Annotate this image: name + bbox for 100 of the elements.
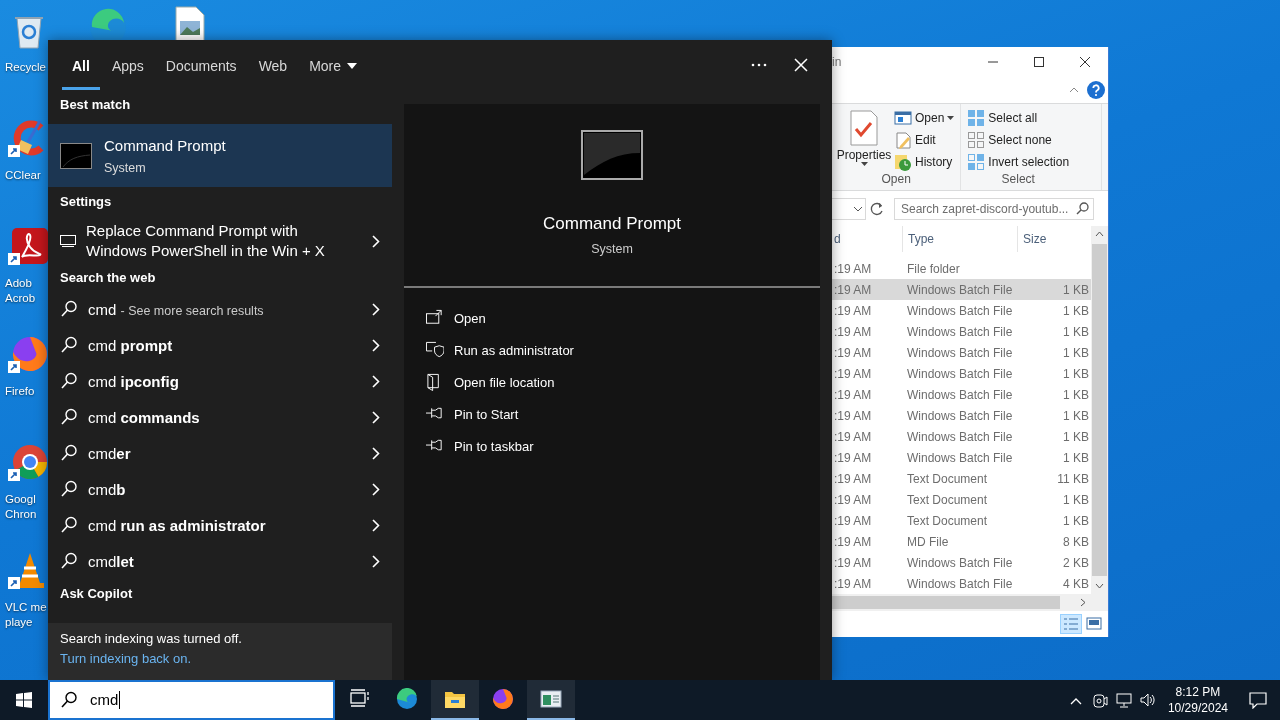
grid-icon [967,109,986,127]
checklist-icon [849,110,879,146]
section-heading: Search the web [59,268,157,287]
browser-icon[interactable] [8,442,48,482]
section-heading: Best match [59,95,132,114]
icon-label: Recycle [5,60,46,75]
action-item[interactable]: Open [426,302,486,334]
action-item[interactable]: Run as administrator [426,334,574,366]
web-search-result[interactable]: cmd run as administrator [48,507,392,543]
tab[interactable]: Documents [155,40,247,90]
search-field[interactable]: cmd [48,680,335,720]
task-view-icon [348,688,370,710]
file-row[interactable]: :19 AM Text Document 1 KB [832,510,1091,531]
properties-button[interactable]: Properties [836,108,892,172]
file-row[interactable]: :19 AM MD File 8 KB [832,531,1091,552]
search-icon [60,552,78,570]
vertical-scrollbar[interactable] [1091,226,1108,594]
camera-icon [1091,692,1108,708]
open-external-icon [426,309,444,327]
turn-on-indexing-link[interactable]: Turn indexing back on. [60,651,192,666]
ellipsis-icon [751,63,767,67]
file-row[interactable]: :19 AM Windows Batch File 1 KB [832,342,1091,363]
file-row[interactable]: :19 AM Windows Batch File 1 KB [832,447,1091,468]
chevron-right-icon [372,302,380,316]
grid-icon [967,153,986,171]
file-row[interactable]: :19 AM Windows Batch File 2 KB [832,552,1091,573]
close-icon [794,58,808,72]
web-search-result[interactable]: cmder [48,435,392,471]
search-icon [60,408,78,426]
file-row[interactable]: :19 AM Windows Batch File 1 KB [832,405,1091,426]
icon-label: Adob [5,276,33,291]
help-icon[interactable] [1087,81,1105,99]
file-row[interactable]: :19 AM Windows Batch File 4 KB [832,573,1091,594]
web-search-result[interactable]: cmd commands [48,399,392,435]
action-item[interactable]: Pin to taskbar [426,430,534,462]
refresh-icon[interactable] [870,201,884,216]
tab[interactable]: All [62,40,100,90]
search-icon [60,300,78,318]
icon-label: Chron [5,507,37,522]
chat-bubble-icon [1249,691,1267,709]
app-title: Command Prompt [543,214,681,234]
tab[interactable]: Apps [101,40,154,90]
speaker-icon [1139,692,1156,708]
tab[interactable]: Web [248,40,298,90]
search-field[interactable]: Search zapret-discord-youtub... [894,197,1094,220]
group-label: Open [880,172,912,188]
taskbar-app[interactable] [527,680,575,720]
web-search-result[interactable]: cmd prompt [48,327,392,363]
action-item[interactable]: Open file location [426,366,555,398]
settings-result[interactable]: Replace Command Prompt with Windows PowerShell in the Win + X [48,219,392,263]
column-header[interactable]: d [832,232,902,246]
ribbon-button[interactable]: Invert selection [965,152,1072,172]
search-icon [60,516,78,534]
search-icon [60,336,78,354]
file-row[interactable]: :19 AM Text Document 11 KB [832,468,1091,489]
clock[interactable]: 8:12 PM 10/29/2024 [1159,680,1236,720]
section-heading: Settings [59,192,113,211]
browser-icon[interactable] [8,334,48,374]
group-label: Select [1000,172,1036,188]
chevron-right-icon [372,410,380,424]
web-search-result[interactable]: cmd - See more search results [48,291,392,327]
browser-icon [396,688,418,710]
best-match-item[interactable]: Command Prompt System [48,124,392,187]
window-title: in [832,55,843,69]
file-row[interactable]: :19 AM Windows Batch File 1 KB [832,384,1091,405]
file-row[interactable]: :19 AM Windows Batch File 1 KB [832,363,1091,384]
chevron-down-icon [853,205,863,212]
file-row[interactable]: :19 AM Windows Batch File 1 KB [832,321,1091,342]
ribbon-button[interactable]: Select none [965,130,1072,150]
shield-icon [426,341,444,359]
pencil-icon [894,131,912,149]
icon-label: CClear [5,168,41,183]
terminal-icon [581,130,643,180]
file-row[interactable]: :19 AM File folder [832,258,1091,279]
search-icon [1076,202,1089,215]
taskbar-app[interactable] [431,680,479,720]
icon-label: Acrob [5,291,36,306]
ribbon-button[interactable]: Select all [965,108,1072,128]
grid-icon [967,131,986,149]
ribbon-button[interactable]: Edit [892,130,957,150]
ribbon-button[interactable]: History [892,152,957,172]
app-subtitle: System [591,242,633,256]
chevron-right-icon [372,234,380,248]
pdf-icon[interactable] [8,226,48,266]
caret-down-icon [860,162,868,166]
ribbon-button[interactable]: Open [892,108,957,128]
tab[interactable]: More [299,40,368,90]
web-search-result[interactable]: cmd ipconfig [48,363,392,399]
chevron-right-icon [372,518,380,532]
horizontal-scrollbar[interactable] [832,594,1108,611]
action-item[interactable]: Pin to Start [426,398,519,430]
maximize-icon [1034,57,1044,67]
web-search-result[interactable]: cmdb [48,471,392,507]
web-search-result[interactable]: cmdlet [48,543,392,579]
file-row[interactable]: :19 AM Windows Batch File 1 KB [832,426,1091,447]
file-row[interactable]: :19 AM Text Document 1 KB [832,489,1091,510]
file-row[interactable]: :19 AM Windows Batch File 1 KB [832,300,1091,321]
column-header[interactable]: Type [902,226,1017,252]
file-row[interactable]: :19 AM Windows Batch File 1 KB [832,279,1091,300]
caret-up-icon[interactable] [1069,87,1079,93]
